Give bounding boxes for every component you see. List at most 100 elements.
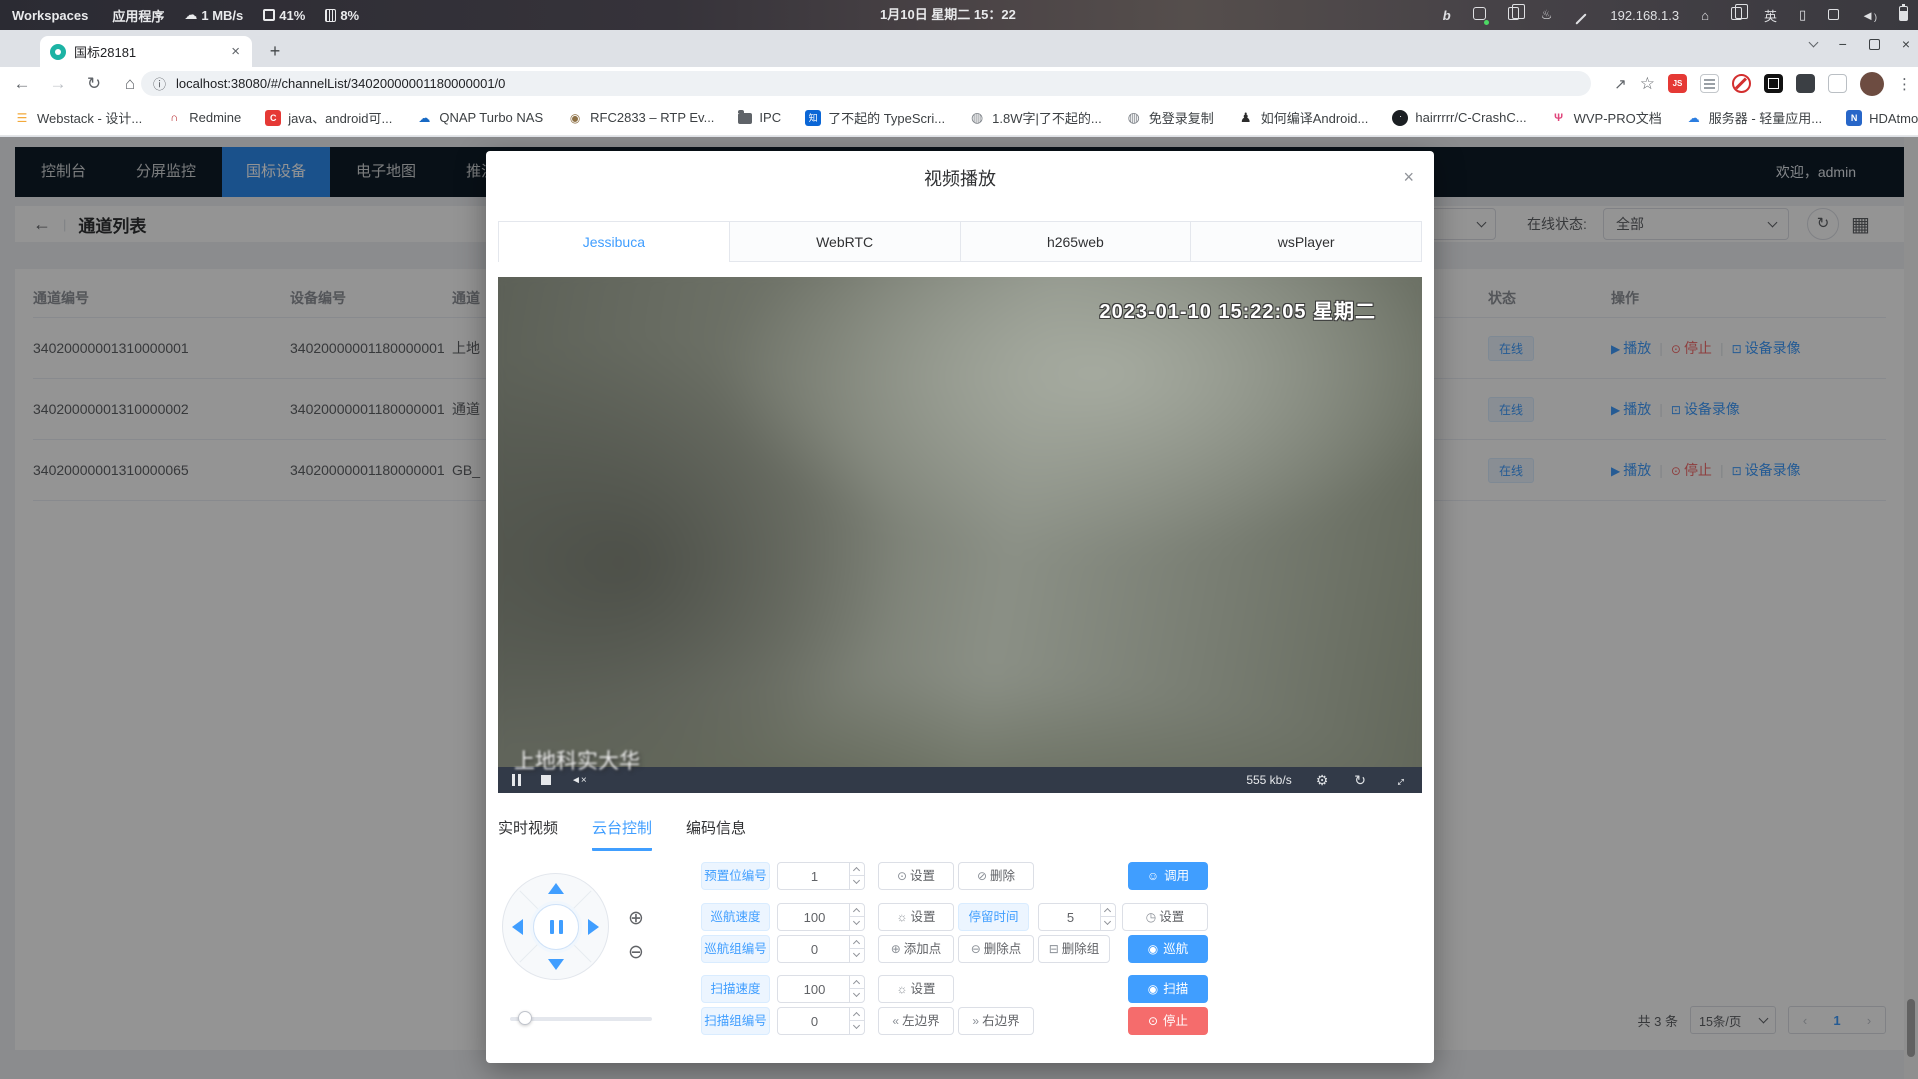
bookmark-article1[interactable]: ◍1.8W字|了不起的... (969, 108, 1102, 127)
preset-call-button[interactable]: ☺调用 (1128, 862, 1208, 890)
slider-handle[interactable] (518, 1011, 532, 1025)
bookmark-redmine[interactable]: ∩Redmine (166, 110, 241, 126)
delete-group-button[interactable]: ⊟删除组 (1038, 935, 1110, 963)
scan-speed-set-button[interactable]: ☼设置 (878, 975, 954, 1003)
bookmark-webstack[interactable]: ☰Webstack - 设计... (14, 108, 142, 127)
site-info-icon[interactable]: ⓘ (153, 74, 166, 93)
bookmark-csdn[interactable]: Cjava、android可... (265, 108, 392, 127)
ptz-right-button[interactable] (588, 919, 599, 935)
tab-wsplayer[interactable]: wsPlayer (1190, 222, 1421, 262)
ptz-up-button[interactable] (548, 883, 564, 894)
delete-point-button[interactable]: ⊖删除点 (958, 935, 1034, 963)
volume-icon[interactable]: ◄) (1861, 8, 1877, 23)
stop-button[interactable] (541, 775, 551, 785)
bookmark-qnap[interactable]: ☁QNAP Turbo NAS (416, 110, 543, 126)
tab-h265web[interactable]: h265web (960, 222, 1191, 262)
app-indicator-icon[interactable] (1473, 7, 1486, 23)
bookmark-android[interactable]: ♟如何编译Android... (1238, 108, 1369, 127)
ptz-direction-pad[interactable] (502, 873, 609, 980)
mute-volume-icon[interactable]: ◄× (571, 775, 587, 786)
workspaces-button[interactable]: Workspaces (12, 8, 88, 23)
number-stepper[interactable] (849, 936, 864, 962)
minimize-button[interactable]: − (1839, 36, 1847, 52)
cruise-group-input[interactable] (777, 935, 865, 963)
address-bar[interactable]: ⓘ localhost:38080/#/channelList/34020000… (141, 71, 1591, 96)
preset-delete-button[interactable]: ⊘删除 (958, 862, 1034, 890)
profile-avatar[interactable] (1860, 72, 1884, 96)
scan-button[interactable]: ◉扫描 (1128, 975, 1208, 1003)
tab-webrtc[interactable]: WebRTC (729, 222, 960, 262)
extension-light-icon[interactable] (1828, 74, 1847, 93)
reload-button[interactable]: ↻ (80, 74, 108, 94)
cruise-speed-input[interactable] (777, 903, 865, 931)
windows-icon[interactable] (1731, 7, 1742, 23)
extensions-puzzle-icon[interactable] (1796, 74, 1815, 93)
number-stepper[interactable] (849, 904, 864, 930)
bing-tray-icon[interactable]: b (1443, 8, 1451, 23)
close-window-button[interactable]: × (1902, 36, 1910, 52)
bookmark-tencent-cloud[interactable]: ☁服务器 - 轻量应用... (1686, 108, 1822, 127)
number-stepper[interactable] (849, 1008, 864, 1034)
input-method-indicator[interactable]: 英 (1764, 6, 1777, 25)
scan-group-input[interactable] (777, 1007, 865, 1035)
home-button[interactable]: ⌂ (116, 74, 144, 94)
browser-menu-icon[interactable]: ⋮ (1897, 75, 1912, 93)
number-stepper[interactable] (849, 976, 864, 1002)
tab-live-video[interactable]: 实时视频 (498, 817, 558, 851)
stay-time-set-button[interactable]: ◷设置 (1122, 903, 1208, 931)
bookmark-zhihu[interactable]: 知了不起的 TypeScri... (805, 108, 945, 127)
applications-menu[interactable]: 应用程序 (112, 6, 164, 25)
stay-time-input[interactable] (1038, 903, 1116, 931)
tab-close-icon[interactable]: × (229, 43, 242, 60)
home-tray-icon[interactable]: ⌂ (1701, 8, 1709, 23)
ptz-center-pause-button[interactable] (533, 904, 579, 950)
bookmark-star-icon[interactable]: ☆ (1640, 74, 1655, 94)
ptz-stop-button[interactable]: ⊙停止 (1128, 1007, 1208, 1035)
cruise-button[interactable]: ◉巡航 (1128, 935, 1208, 963)
scan-speed-input[interactable] (777, 975, 865, 1003)
cruise-speed-set-button[interactable]: ☼设置 (878, 903, 954, 931)
tablet-icon[interactable]: ▯ (1799, 7, 1806, 23)
bookmark-rfc[interactable]: ◉RFC2833 – RTP Ev... (567, 110, 714, 126)
clipboard-icon[interactable] (1508, 7, 1519, 23)
ptz-left-button[interactable] (512, 919, 523, 935)
tab-ptz-control[interactable]: 云台控制 (592, 817, 652, 851)
back-button[interactable]: ← (8, 74, 36, 94)
bookmark-github[interactable]: ᐧhairrrrr/C-CrashC... (1392, 110, 1526, 126)
pause-button[interactable] (512, 774, 521, 786)
new-tab-button[interactable]: + (262, 39, 288, 65)
player-refresh-icon[interactable]: ↻ (1354, 772, 1366, 789)
close-icon[interactable]: × (1403, 167, 1414, 188)
forward-button[interactable]: → (44, 74, 72, 94)
tab-encoding-info[interactable]: 编码信息 (686, 817, 746, 851)
bookmark-article2[interactable]: ◍免登录复制 (1126, 108, 1214, 127)
ptz-down-button[interactable] (548, 959, 564, 970)
zoom-out-button[interactable]: ⊖ (624, 941, 648, 965)
browser-tab[interactable]: 国标28181 × (40, 36, 252, 67)
left-boundary-button[interactable]: «左边界 (878, 1007, 954, 1035)
display-icon[interactable] (1828, 8, 1839, 23)
fullscreen-icon[interactable]: ↔ (1388, 769, 1409, 790)
add-point-button[interactable]: ⊕添加点 (878, 935, 954, 963)
bookmark-hdatmos[interactable]: NHDAtmos :: 种子 *... (1846, 108, 1918, 127)
pen-icon[interactable] (1574, 8, 1588, 23)
share-icon[interactable]: ↗ (1614, 75, 1627, 93)
number-stepper[interactable] (1100, 904, 1115, 930)
right-boundary-button[interactable]: »右边界 (958, 1007, 1034, 1035)
player-settings-icon[interactable]: ⚙ (1316, 772, 1329, 789)
preset-number-input[interactable] (777, 862, 865, 890)
video-player[interactable]: 2023-01-10 15:22:05 星期二 上地科实大华 ◄× 555 kb… (498, 277, 1422, 793)
teapot-icon[interactable]: ♨ (1541, 7, 1553, 23)
zoom-in-button[interactable]: ⊕ (624, 907, 648, 931)
extension-js-icon[interactable]: JS (1668, 74, 1687, 93)
maximize-button[interactable] (1869, 39, 1880, 50)
extension-blocker-icon[interactable] (1732, 74, 1751, 93)
tab-jessibuca[interactable]: Jessibuca (499, 222, 729, 262)
bookmark-wvp[interactable]: ΨWVP-PRO文档 (1551, 108, 1662, 127)
url-text[interactable]: localhost:38080/#/channelList/3402000000… (176, 76, 505, 91)
extension-dark-icon[interactable] (1764, 74, 1783, 93)
bookmark-ipc-folder[interactable]: IPC (738, 110, 781, 125)
extension-doc-icon[interactable] (1700, 74, 1719, 93)
ptz-speed-slider[interactable] (510, 1017, 652, 1021)
preset-set-button[interactable]: ⊙设置 (878, 862, 954, 890)
